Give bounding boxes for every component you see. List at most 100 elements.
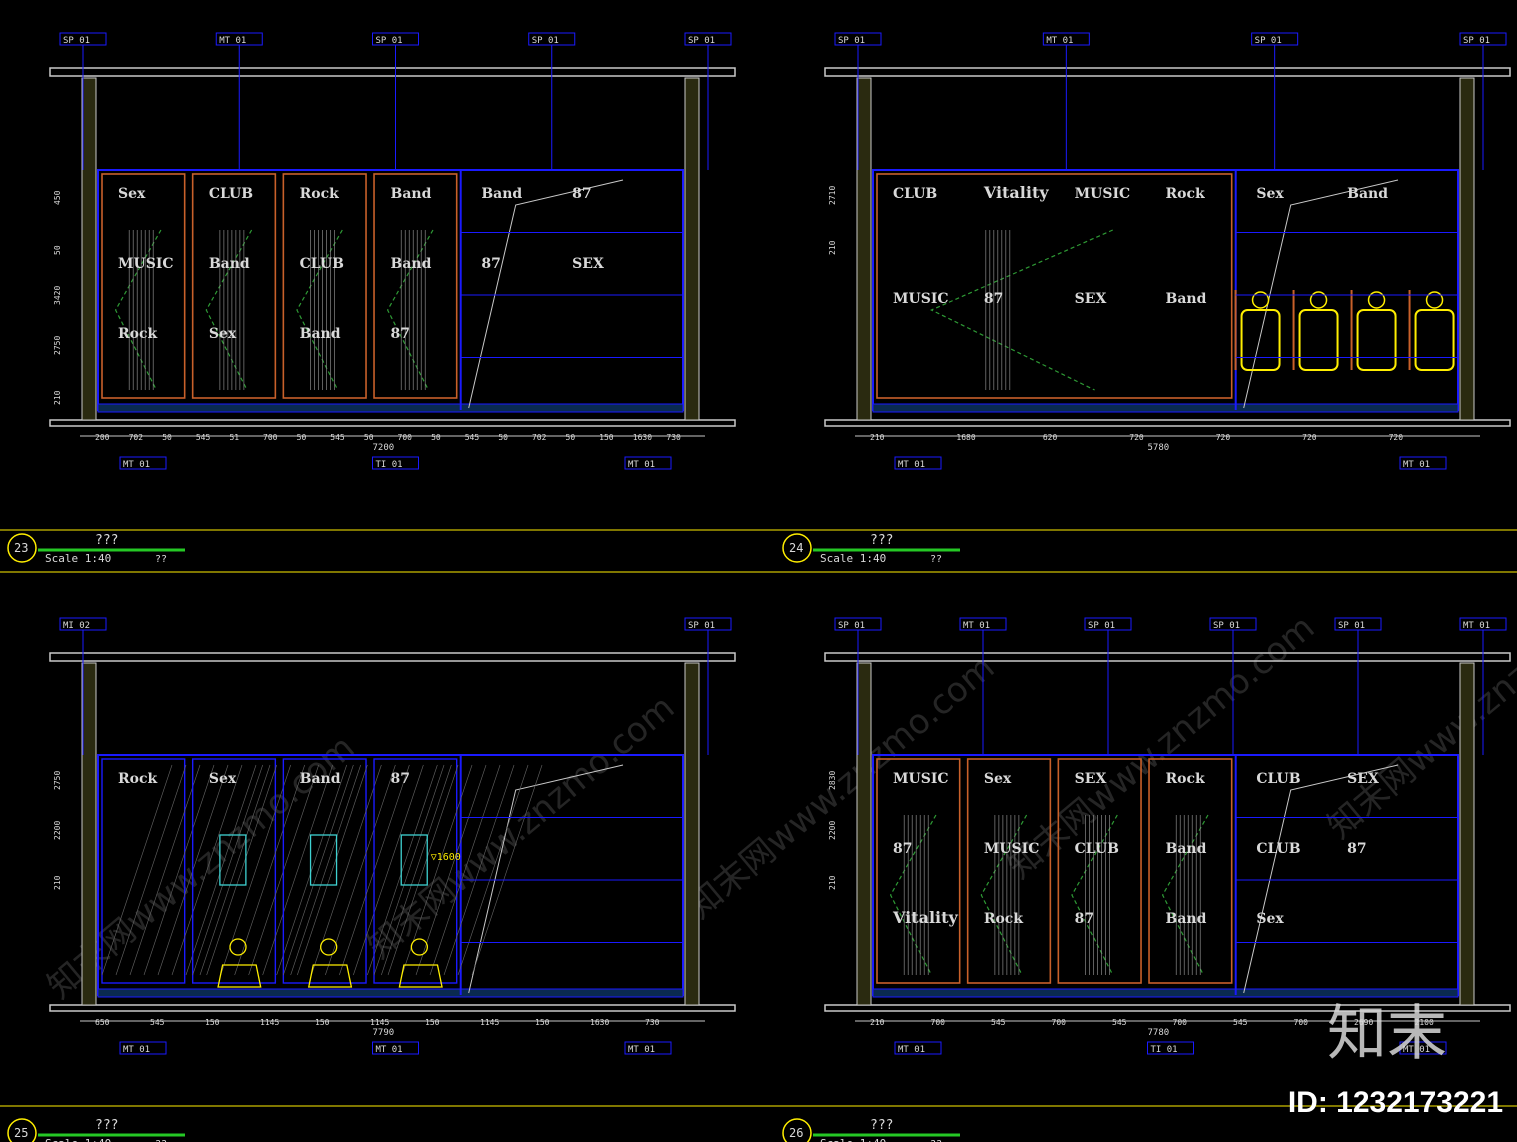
door-swing xyxy=(468,179,624,409)
base-plinth xyxy=(97,403,684,413)
dimension-value: 545 xyxy=(1112,1018,1127,1027)
drawing-tag: ?? xyxy=(155,554,167,565)
side-dimension: 2200 xyxy=(828,821,837,840)
dimension-value: 1630 xyxy=(590,1018,609,1027)
material-tag-text: SP 01 xyxy=(838,36,865,46)
flower xyxy=(410,938,429,956)
stall-diagonal xyxy=(386,229,434,391)
side-dimension: 2750 xyxy=(53,336,62,355)
elevation-panel: Rock Sex Band 87 MI 02 SP 01 650 545 150 1145 150 1… xyxy=(7,617,736,1142)
material-tag-text: SP 01 xyxy=(1213,621,1240,631)
dimension-value: 150 xyxy=(315,1018,330,1027)
wall-graphic-label: Sex xyxy=(1256,911,1284,927)
wall-graphic-label: 87 xyxy=(481,256,500,272)
drawing-scale: Scale 1:40 xyxy=(820,552,886,565)
floor-slab xyxy=(49,1004,736,1012)
material-tag-text: SP 01 xyxy=(838,621,865,631)
diagonal-watermark: 知末网www.znzmo.com xyxy=(680,647,1002,926)
stall-diagonal xyxy=(114,229,162,391)
base-plinth xyxy=(97,988,684,998)
wall-column xyxy=(856,662,872,1006)
dimension-value: 50 xyxy=(162,433,172,442)
drawing-title: ??? xyxy=(870,1118,893,1133)
wall-graphic-label: SEX xyxy=(1075,771,1107,787)
wall-graphic-label: MUSIC xyxy=(893,291,949,307)
wall-graphic-label: Vitality xyxy=(892,908,959,927)
dimension-value: 730 xyxy=(666,433,681,442)
material-tag-text: SP 01 xyxy=(688,621,715,631)
wall-graphic-label: Sex xyxy=(209,326,237,342)
side-dimension: 2200 xyxy=(53,821,62,840)
wall-graphic-label: Sex xyxy=(118,186,146,202)
side-dimension: 2750 xyxy=(53,771,62,790)
stall-panel xyxy=(373,173,458,399)
planter-vase xyxy=(398,964,443,988)
dimension-value: 730 xyxy=(645,1018,660,1027)
wall-graphic-label: Sex xyxy=(209,771,237,787)
material-tag-text: SP 01 xyxy=(1338,621,1365,631)
side-dimension: 450 xyxy=(53,190,62,205)
wall-graphic-label: SEX xyxy=(1347,771,1379,787)
level-mark: ▽1600 xyxy=(431,852,461,863)
material-tag-text: SP 01 xyxy=(1088,621,1115,631)
dimension-value: 210 xyxy=(870,433,885,442)
wall-graphic-label: Band xyxy=(391,256,432,272)
drawing-scale: Scale 1:40 xyxy=(45,552,111,565)
dimension-value: 545 xyxy=(1233,1018,1248,1027)
wall-column xyxy=(1459,662,1475,1006)
dimension-value: 1145 xyxy=(260,1018,279,1027)
wall-graphic-label: Vitality xyxy=(983,183,1050,202)
wall-graphic-label: 87 xyxy=(1347,841,1366,857)
flower xyxy=(320,938,338,956)
dimension-value: 720 xyxy=(1216,433,1231,442)
dimension-value: 700 xyxy=(1052,1018,1067,1027)
wall-graphic-label: 87 xyxy=(984,291,1003,307)
dimension-value: 720 xyxy=(1389,433,1404,442)
wall-graphic-label: 87 xyxy=(1075,911,1094,927)
dimension-value: 50 xyxy=(297,433,307,442)
side-dimension: 50 xyxy=(53,245,62,255)
dimension-value: 1630 xyxy=(633,433,652,442)
dimension-value: 700 xyxy=(398,433,413,442)
dimension-value: 1145 xyxy=(480,1018,499,1027)
material-tag-text: MT 01 xyxy=(123,460,150,470)
wall-column xyxy=(81,77,97,421)
material-tag-text: MT 01 xyxy=(898,460,925,470)
material-tag-text: MT 01 xyxy=(1463,621,1490,631)
dimension-value: 700 xyxy=(931,1018,946,1027)
wall-graphic-label: MUSIC xyxy=(118,256,174,272)
wall-graphic-label: CLUB xyxy=(300,256,344,272)
dimension-value: 702 xyxy=(129,433,144,442)
material-tag-text: SP 01 xyxy=(1255,36,1282,46)
stall-panel xyxy=(101,173,186,399)
wall-graphic-label: Band xyxy=(300,771,341,787)
dimension-value: 51 xyxy=(229,433,239,442)
dimension-value: 150 xyxy=(205,1018,220,1027)
material-tag-text: MT 01 xyxy=(963,621,990,631)
dimension-value: 150 xyxy=(599,433,614,442)
drawing-scale: Scale 1:40 xyxy=(45,1137,111,1142)
wall-graphic-label: CLUB xyxy=(1256,771,1300,787)
ceiling-slab xyxy=(824,652,1511,662)
dimension-value: 200 xyxy=(95,433,110,442)
ceiling-slab xyxy=(49,652,736,662)
wall-graphic-label: Band xyxy=(481,186,522,202)
elevation-drawing-sheet: 知末网www.znzmo.com 知末网www.znzmo.com知末网www.z… xyxy=(0,32,1517,1142)
side-dimension: 3420 xyxy=(53,286,62,305)
dimension-value: 700 xyxy=(1294,1018,1309,1027)
wall-graphic-label: 87 xyxy=(391,771,410,787)
dimension-value: 1145 xyxy=(370,1018,389,1027)
planter-vase xyxy=(217,964,262,988)
urinal xyxy=(1356,309,1397,371)
dimension-value: 50 xyxy=(431,433,441,442)
wall-column xyxy=(684,77,700,421)
material-tag-text: SP 01 xyxy=(1463,36,1490,46)
stall-diagonal xyxy=(929,229,1113,391)
urinal xyxy=(1298,309,1339,371)
wall-frame xyxy=(97,169,684,411)
wall-graphic-label: MUSIC xyxy=(893,771,949,787)
floor-slab xyxy=(49,419,736,427)
dimension-value: 720 xyxy=(1302,433,1317,442)
dimension-value: 545 xyxy=(465,433,480,442)
dimension-value: 700 xyxy=(263,433,278,442)
